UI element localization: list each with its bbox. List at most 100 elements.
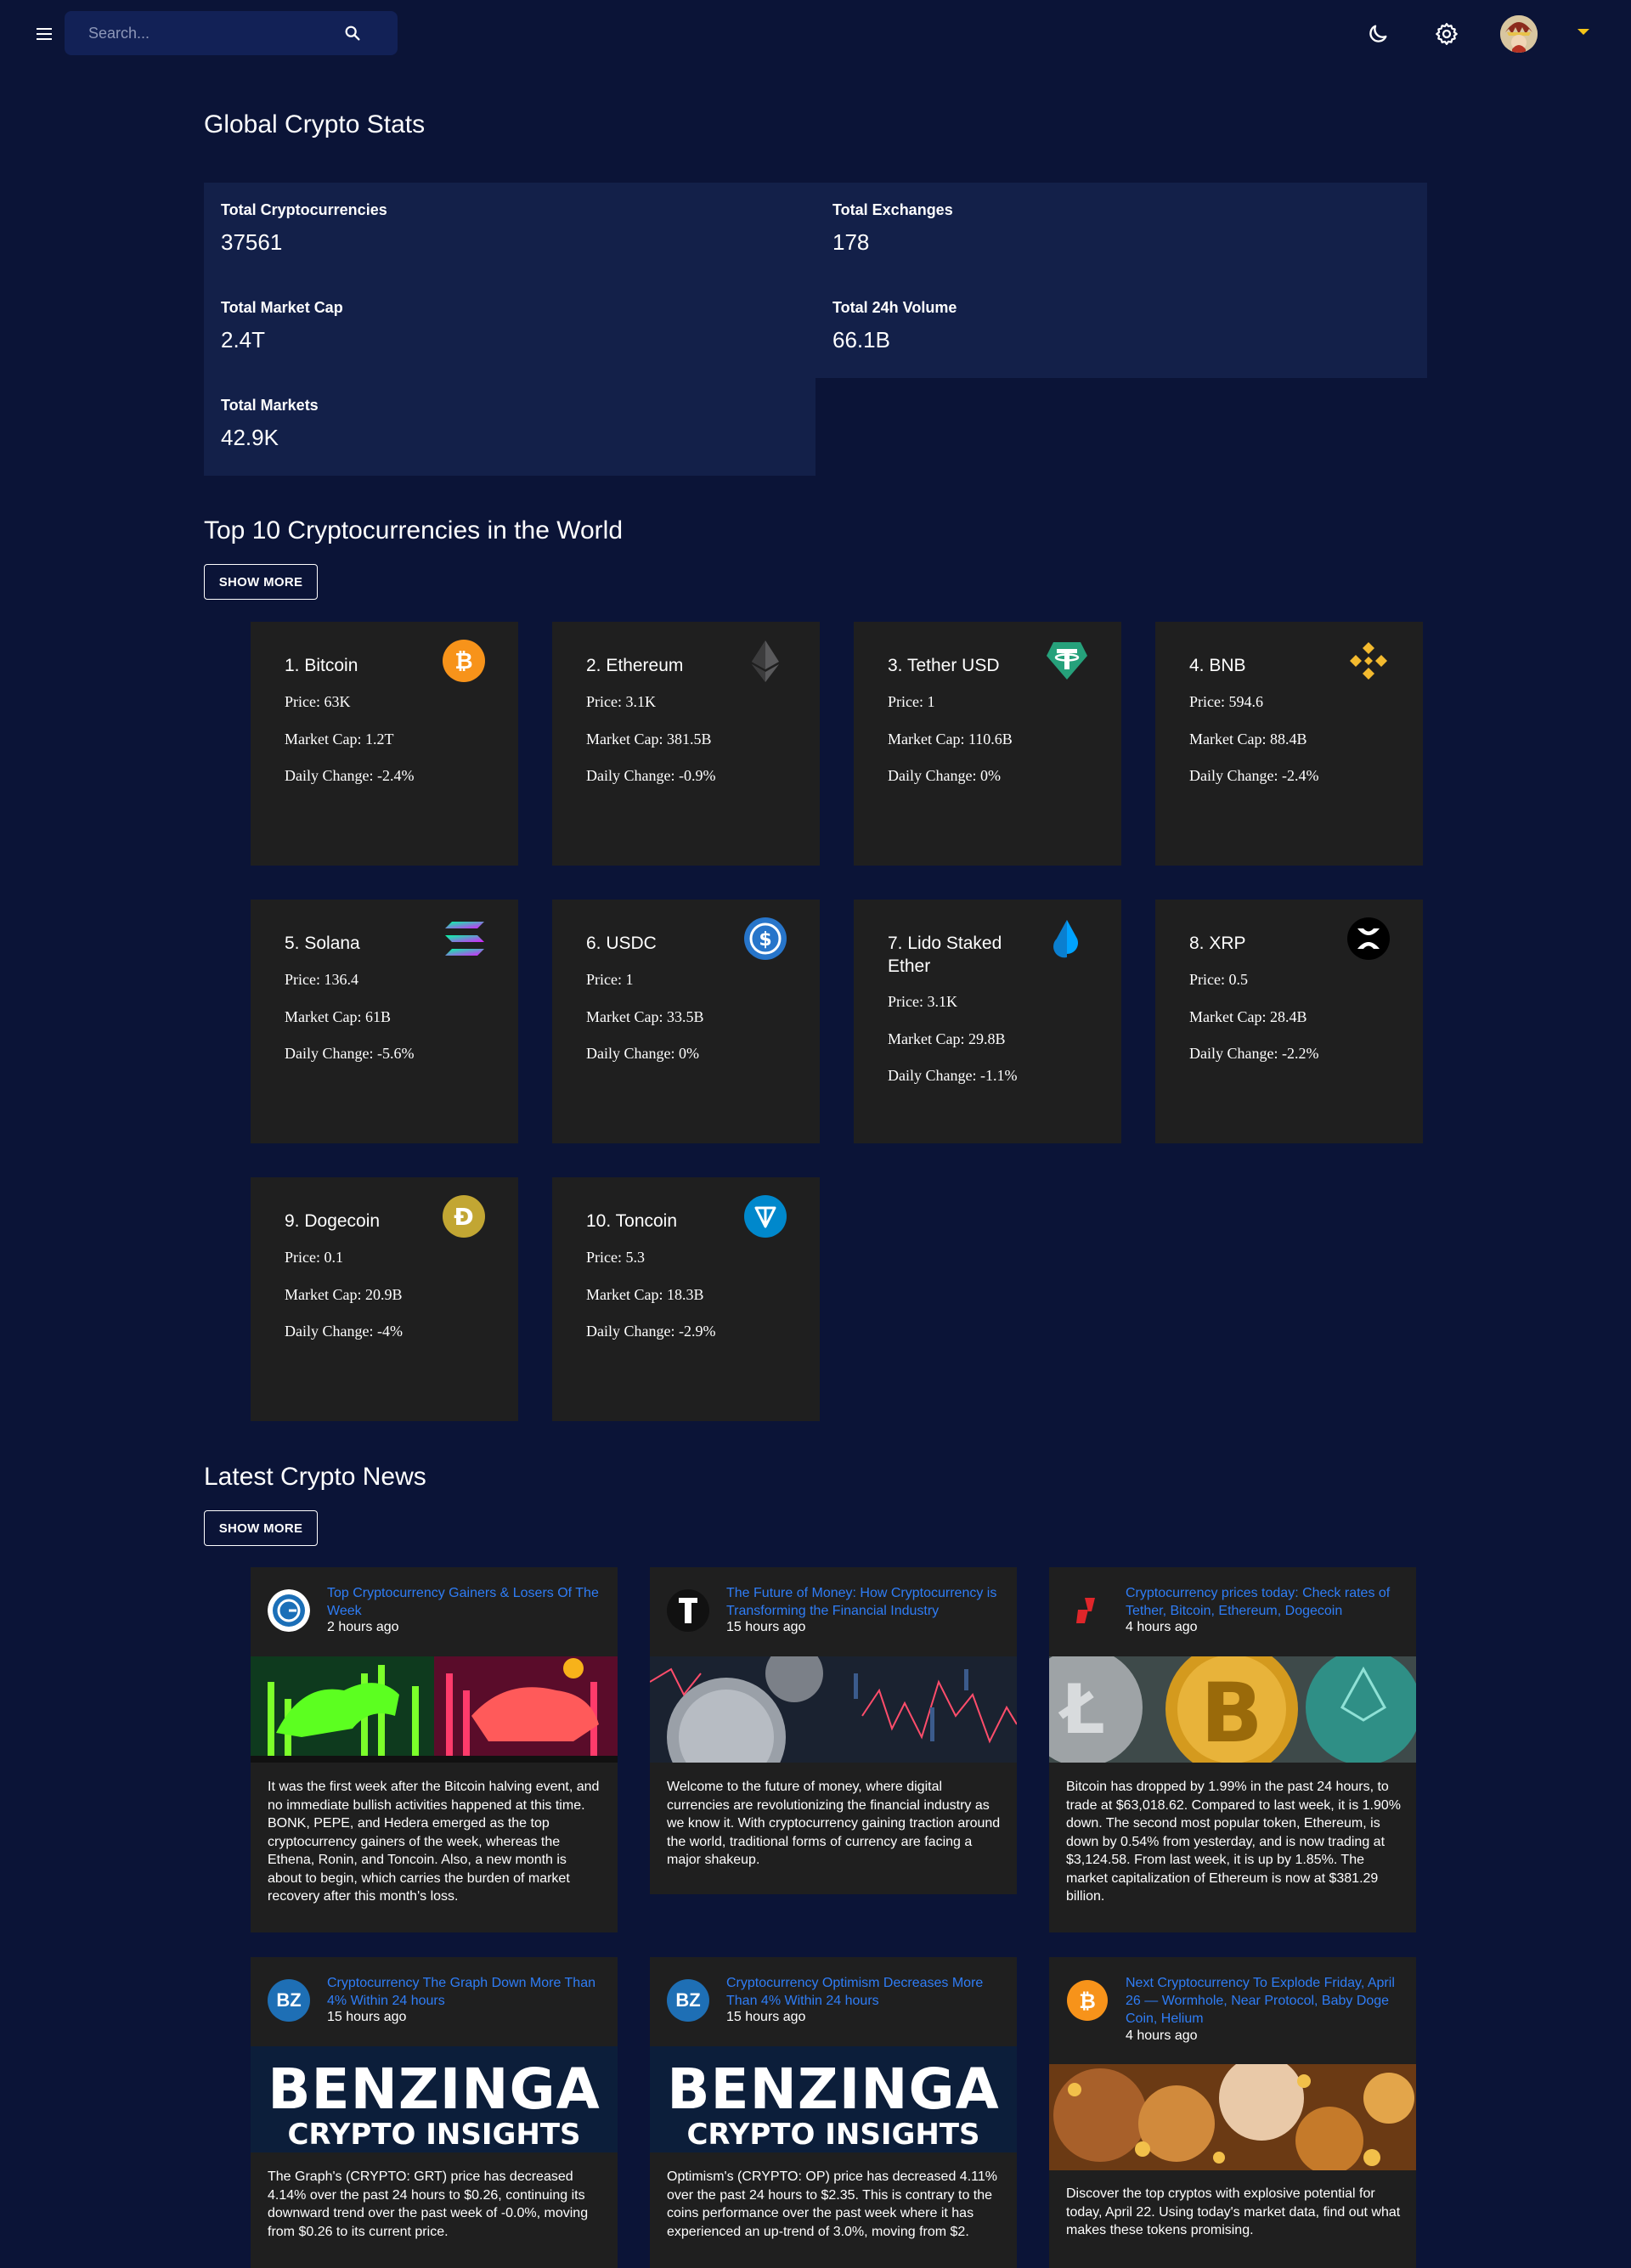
crypto-daily-change: Daily Change: -2.9%	[586, 1323, 716, 1340]
top-bar	[0, 0, 1631, 68]
lido-icon	[1053, 920, 1078, 958]
crypto-name: 7. Lido Staked Ether	[888, 934, 1002, 976]
crypto-market-cap: Market Cap: 61B	[285, 1008, 391, 1025]
crypto-name: 10. Toncoin	[586, 1211, 678, 1231]
news-card[interactable]: Cryptocurrency prices today: Check rates…	[1049, 1567, 1416, 1932]
tech-t-icon	[667, 1589, 709, 1632]
crypto-price: Price: 63K	[285, 693, 351, 710]
crypto-card-xrp[interactable]: 8. XRP Price: 0.5 Market Cap: 28.4B Dail…	[1155, 900, 1423, 1143]
crypto-card-dogecoin[interactable]: 9. Dogecoin Đ Price: 0.1 Market Cap: 20.…	[251, 1177, 518, 1421]
news-headline[interactable]: Cryptocurrency The Graph Down More Than …	[327, 1974, 603, 2010]
solana-icon	[445, 922, 484, 956]
news-card[interactable]: The Future of Money: How Cryptocurrency …	[650, 1567, 1017, 1894]
xrp-icon	[1347, 917, 1390, 960]
news-description: Welcome to the future of money, where di…	[667, 1780, 1001, 1867]
stat-total-24h-volume: Total 24h Volume 66.1B	[816, 280, 1427, 378]
crypto-price: Price: 3.1K	[586, 693, 656, 710]
crypto-daily-change: Daily Change: -2.2%	[1189, 1045, 1319, 1062]
news-headline[interactable]: Cryptocurrency prices today: Check rates…	[1126, 1584, 1402, 1620]
stat-total-markets: Total Markets 42.9K	[204, 378, 816, 476]
gold-coins-image: ŁB	[1049, 1656, 1416, 1763]
toncoin-icon	[744, 1195, 787, 1238]
bitcoin-icon: ₿	[443, 640, 485, 682]
dark-mode-icon[interactable]	[1363, 19, 1393, 49]
stat-total-market-cap: Total Market Cap 2.4T	[204, 280, 816, 378]
stat-label: Total Markets	[221, 397, 319, 414]
crypto-market-cap: Market Cap: 20.9B	[285, 1286, 403, 1303]
news-headline[interactable]: Top Cryptocurrency Gainers & Losers Of T…	[327, 1584, 603, 1620]
crypto-card-solana[interactable]: 5. Solana Price: 136.4 Market Cap: 61B D…	[251, 900, 518, 1143]
news-description: Discover the top cryptos with explosive …	[1066, 2186, 1401, 2237]
benzinga-icon: BZ	[667, 1979, 709, 2022]
search-icon[interactable]	[343, 24, 362, 42]
crypto-name: 6. USDC	[586, 934, 657, 953]
show-more-news-button[interactable]: Show More	[204, 1510, 318, 1546]
crypto-card-toncoin[interactable]: 10. Toncoin Price: 5.3 Market Cap: 18.3B…	[552, 1177, 820, 1421]
crypto-daily-change: Daily Change: -5.6%	[285, 1045, 415, 1062]
crypto-price: Price: 3.1K	[888, 993, 957, 1010]
crypto-name: 1. Bitcoin	[285, 656, 358, 675]
crypto-price: Price: 1	[888, 693, 935, 710]
svg-text:B: B	[1200, 1666, 1262, 1761]
crypto-name: 8. XRP	[1189, 934, 1246, 953]
crypto-name: 2. Ethereum	[586, 656, 684, 675]
news-card[interactable]: ₿ Next Cryptocurrency To Explode Friday,…	[1049, 1957, 1416, 2268]
show-more-cryptos-button[interactable]: Show More	[204, 564, 318, 600]
stat-total-exchanges: Total Exchanges 178	[816, 183, 1427, 280]
crypto-card-tether[interactable]: 3. Tether USD Price: 1 Market Cap: 110.6…	[854, 622, 1121, 866]
news-headline[interactable]: Next Cryptocurrency To Explode Friday, A…	[1126, 1974, 1402, 2028]
news-card[interactable]: BZ Cryptocurrency The Graph Down More Th…	[251, 1957, 618, 2268]
avatar[interactable]	[1500, 15, 1538, 53]
benzinga-logo-text: BENZINGA	[667, 2056, 1000, 2122]
stats-title: Global Crypto Stats	[204, 110, 426, 138]
crypto-name: 4. BNB	[1189, 656, 1246, 675]
news-time: 2 hours ago	[327, 1620, 399, 1634]
benzinga-logo-subtext: CRYPTO INSIGHTS	[686, 2118, 980, 2152]
crypto-daily-change: Daily Change: -2.4%	[1189, 767, 1319, 784]
crypto-market-cap: Market Cap: 88.4B	[1189, 731, 1307, 748]
crypto-market-cap: Market Cap: 18.3B	[586, 1286, 704, 1303]
benzinga-logo-subtext: CRYPTO INSIGHTS	[287, 2118, 581, 2152]
crypto-price: Price: 594.6	[1189, 693, 1263, 710]
news-description: The Graph's (CRYPTO: GRT) price has decr…	[268, 2169, 589, 2239]
explosion-image	[1049, 2064, 1416, 2170]
stat-total-cryptocurrencies: Total Cryptocurrencies 37561	[204, 183, 816, 280]
crypto-market-cap: Market Cap: 381.5B	[586, 731, 712, 748]
coingape-icon	[268, 1589, 310, 1632]
news-headline[interactable]: Cryptocurrency Optimism Decreases More T…	[726, 1974, 1002, 2010]
ethereum-icon	[752, 640, 779, 682]
news-time: 4 hours ago	[1126, 2028, 1198, 2043]
crypto-card-lido-staked-ether[interactable]: 7. Lido Staked Ether Price: 3.1K Market …	[854, 900, 1121, 1143]
crypto-card-usdc[interactable]: 6. USDC $ Price: 1 Market Cap: 33.5B Dai…	[552, 900, 820, 1143]
svg-text:Đ: Đ	[454, 1203, 473, 1231]
news-card[interactable]: Top Cryptocurrency Gainers & Losers Of T…	[251, 1567, 618, 1932]
crypto-daily-change: Daily Change: -1.1%	[888, 1067, 1018, 1084]
mint-icon	[1076, 1598, 1095, 1623]
crypto-card-ethereum[interactable]: 2. Ethereum Price: 3.1K Market Cap: 381.…	[552, 622, 820, 866]
chevron-down-icon[interactable]	[1577, 29, 1589, 35]
crypto-daily-change: Daily Change: 0%	[586, 1045, 699, 1062]
news-card[interactable]: BZ Cryptocurrency Optimism Decreases Mor…	[650, 1957, 1017, 2268]
menu-icon[interactable]	[31, 22, 59, 46]
tether-icon	[1047, 642, 1087, 680]
crypto-card-bnb[interactable]: 4. BNB Price: 594.6 Market Cap: 88.4B Da…	[1155, 622, 1423, 866]
bitcoin-icon: ₿	[1067, 1980, 1108, 2021]
svg-text:₿: ₿	[1079, 1989, 1096, 2013]
news-headline[interactable]: The Future of Money: How Cryptocurrency …	[726, 1584, 1002, 1620]
svg-text:Ł: Ł	[1058, 1670, 1104, 1749]
svg-text:₿: ₿	[454, 649, 472, 674]
stat-value: 178	[832, 229, 870, 255]
stat-label: Total Market Cap	[221, 299, 343, 316]
crypto-market-cap: Market Cap: 1.2T	[285, 731, 394, 748]
crypto-card-bitcoin[interactable]: 1. Bitcoin ₿ Price: 63K Market Cap: 1.2T…	[251, 622, 518, 866]
crypto-daily-change: Daily Change: -2.4%	[285, 767, 415, 784]
search-input[interactable]	[65, 11, 353, 55]
crypto-name: 3. Tether USD	[888, 656, 1000, 675]
gear-icon[interactable]	[1431, 19, 1462, 49]
crypto-name: 5. Solana	[285, 934, 360, 953]
news-time: 15 hours ago	[327, 2010, 407, 2024]
crypto-price: Price: 0.5	[1189, 971, 1248, 988]
top10-title: Top 10 Cryptocurrencies in the World	[204, 516, 624, 544]
benzinga-image: BENZINGA CRYPTO INSIGHTS	[650, 2046, 1017, 2152]
crypto-market-cap: Market Cap: 33.5B	[586, 1008, 704, 1025]
